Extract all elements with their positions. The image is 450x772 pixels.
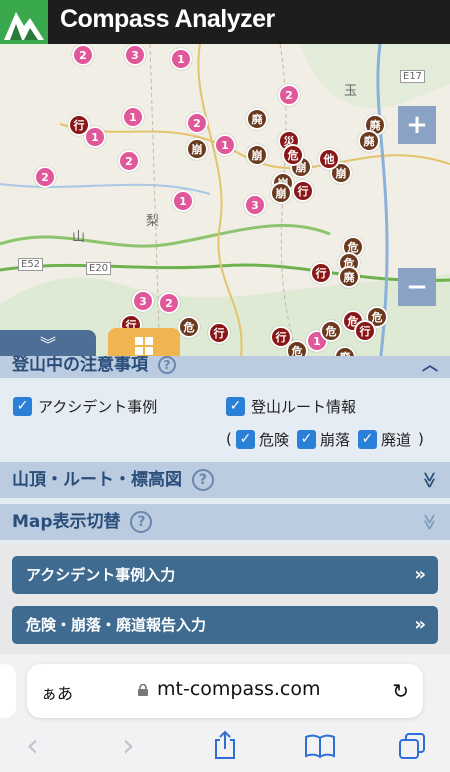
share-icon[interactable] (212, 730, 238, 760)
route-checkbox-label: 登山ルート情報 (251, 398, 357, 416)
reload-icon[interactable]: ↻ (392, 679, 409, 703)
map-label: 梨 (146, 214, 160, 229)
map-label: 玉 (344, 84, 358, 99)
double-arrow-right-icon: » (414, 614, 426, 635)
map-marker-red[interactable]: 行 (270, 326, 292, 348)
previous-tab-peek[interactable] (0, 664, 16, 718)
map-marker-pink[interactable]: 3 (132, 290, 154, 312)
help-icon[interactable]: ? (191, 469, 214, 491)
danger-checkbox[interactable]: ✓ (236, 430, 255, 449)
section-title: Map表示切替 (12, 512, 121, 532)
browser-bar: ぁあ mt-compass.com ↻ ‹ › (0, 654, 450, 772)
map-marker-brown[interactable]: 廃 (246, 108, 268, 130)
map-marker-brown[interactable]: 崩 (186, 138, 208, 160)
chevron-up-icon[interactable]: ︿ (422, 356, 438, 374)
map-marker-pink[interactable]: 1 (214, 134, 236, 156)
app-title: Compass Analyzer (60, 5, 275, 33)
accident-input-button[interactable]: アクシデント事例入力 » (12, 556, 438, 594)
map-marker-red[interactable]: 行 (354, 320, 376, 342)
map-marker-pink[interactable]: 1 (172, 190, 194, 212)
route-checkbox[interactable]: ✓ (226, 397, 245, 416)
map-marker-red[interactable]: 行 (292, 180, 314, 202)
map-marker-pink[interactable]: 2 (72, 44, 94, 66)
lock-icon (138, 684, 148, 696)
map-marker-brown[interactable]: 廃 (358, 130, 380, 152)
section-header-summit[interactable]: 山頂・ルート・標高図 ? ≫ (0, 462, 450, 498)
back-icon[interactable]: ‹ (26, 726, 39, 764)
section-header-notice[interactable]: 登山中の注意事項 ? ︿ (0, 356, 450, 378)
help-icon[interactable]: ? (157, 356, 176, 374)
map-marker-pink[interactable]: 2 (186, 112, 208, 134)
address-bar[interactable]: ぁあ mt-compass.com ↻ (27, 664, 423, 718)
map-marker-brown[interactable]: 危 (178, 316, 200, 338)
app-logo-icon (0, 0, 48, 44)
map-label: E52 (18, 258, 44, 271)
map-marker-red[interactable]: 危 (282, 144, 304, 166)
map-marker-brown[interactable]: 廃 (338, 266, 360, 288)
map-label: E17 (400, 70, 426, 83)
zoom-out-button[interactable]: − (398, 268, 436, 306)
zoom-in-button[interactable]: + (398, 106, 436, 144)
section-header-map[interactable]: Map表示切替 ? ≫ (0, 504, 450, 540)
map-marker-pink[interactable]: 1 (170, 48, 192, 70)
double-arrow-right-icon: » (414, 564, 426, 585)
close-paren: ) (418, 430, 424, 448)
collapse-checkbox[interactable]: ✓ (297, 430, 316, 449)
map-marker-brown[interactable]: 崩 (246, 144, 268, 166)
help-icon[interactable]: ? (130, 511, 153, 533)
accident-checkbox[interactable]: ✓ (13, 397, 32, 416)
grid-icon (135, 337, 153, 355)
map-marker-pink[interactable]: 3 (124, 44, 146, 66)
double-chevron-down-icon: ︾ (39, 335, 56, 354)
double-chevron-down-icon[interactable]: ≫ (412, 514, 448, 531)
abandoned-checkbox[interactable]: ✓ (358, 430, 377, 449)
text-size-button[interactable]: ぁあ (41, 680, 73, 704)
button-label: アクシデント事例入力 (26, 566, 176, 584)
open-paren: ( (226, 430, 232, 448)
map-marker-pink[interactable]: 2 (158, 292, 180, 314)
section-title: 登山中の注意事項 (12, 356, 148, 375)
map-marker-pink[interactable]: 3 (244, 194, 266, 216)
map-marker-pink[interactable]: 1 (122, 106, 144, 128)
app-header: Compass Analyzer (0, 0, 450, 44)
abandoned-checkbox-label: 廃道 (381, 431, 412, 449)
map-label: 山 (72, 230, 86, 245)
map-marker-red[interactable]: 行 (68, 114, 90, 136)
map-marker-red[interactable]: 行 (208, 322, 230, 344)
map-marker-brown[interactable]: 危 (320, 320, 342, 342)
map-marker-pink[interactable]: 2 (118, 150, 140, 172)
tabs-icon[interactable] (398, 732, 426, 760)
button-label: 危険・崩落・廃道報告入力 (26, 616, 207, 634)
map-marker-red[interactable]: 行 (310, 262, 332, 284)
map-marker-pink[interactable]: 2 (278, 84, 300, 106)
danger-checkbox-label: 危険 (259, 431, 290, 449)
section-title: 山頂・ルート・標高図 (12, 470, 182, 490)
forward-icon[interactable]: › (122, 726, 135, 764)
map-marker-pink[interactable]: 2 (34, 166, 56, 188)
map-marker-brown[interactable]: 崩 (270, 182, 292, 204)
map-view[interactable]: 山 梨 E52 E20 E17 玉 2 3 1 2 1 1 2 1 2 2 1 … (0, 44, 450, 364)
info-panel: 登山中の注意事項 ? ︿ ✓ アクシデント事例 ✓ 登山ルート情報 ( ✓ 危険… (0, 356, 450, 654)
map-marker-red[interactable]: 他 (318, 148, 340, 170)
collapse-checkbox-label: 崩落 (320, 431, 351, 449)
bookmarks-icon[interactable] (304, 734, 336, 758)
url-text: mt-compass.com (157, 678, 321, 700)
report-input-button[interactable]: 危険・崩落・廃道報告入力 » (12, 606, 438, 644)
map-label: E20 (86, 262, 112, 275)
accident-checkbox-label: アクシデント事例 (38, 398, 158, 416)
double-chevron-down-icon[interactable]: ≫ (412, 472, 448, 489)
